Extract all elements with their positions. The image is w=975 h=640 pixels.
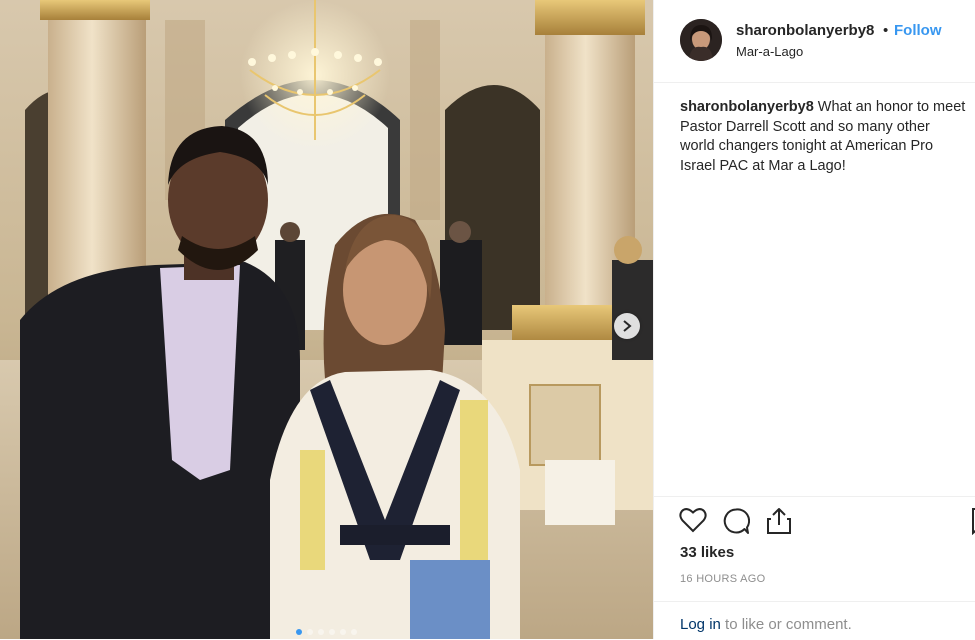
likes-count[interactable]: 33 likes	[680, 544, 734, 561]
caption-line: What an honor to meet	[817, 99, 966, 115]
post-sidebar: sharonbolanyerby8 • Follow Mar-a-Lago sh…	[653, 0, 975, 639]
login-link[interactable]: Log in	[680, 616, 721, 633]
post-photo[interactable]	[0, 0, 653, 639]
avatar[interactable]	[680, 19, 722, 61]
carousel-dot	[318, 629, 324, 635]
avatar-image	[680, 19, 722, 61]
carousel-dot	[351, 629, 357, 635]
carousel-indicator	[0, 629, 653, 635]
caption-line: world changers tonight at American Pro	[680, 138, 934, 154]
separator-dot: •	[883, 22, 889, 39]
post-header: sharonbolanyerby8 • Follow Mar-a-Lago	[654, 0, 975, 83]
login-prompt: Log in to like or comment.	[654, 601, 975, 640]
photo-image	[0, 0, 653, 639]
next-slide-button[interactable]	[614, 313, 640, 339]
caption-username-link[interactable]: sharonbolanyerby8	[680, 99, 814, 115]
caption-line: Israel PAC at Mar a Lago!	[680, 157, 846, 174]
caption-line: Pastor Darrell Scott and so many other	[680, 118, 930, 135]
post-caption: sharonbolanyerby8 What an honor to meet …	[680, 98, 975, 176]
post-actions: 33 likes 16 HOURS AGO Log in to like or …	[654, 496, 975, 639]
carousel-dot	[296, 629, 302, 635]
comment-icon[interactable]	[722, 507, 751, 540]
login-suffix: to like or comment.	[720, 616, 852, 633]
chevron-right-icon	[623, 320, 632, 332]
heart-icon[interactable]	[679, 507, 707, 538]
carousel-dot	[340, 629, 346, 635]
follow-button[interactable]: Follow	[894, 22, 942, 39]
location-link[interactable]: Mar-a-Lago	[736, 44, 803, 59]
carousel-dot	[329, 629, 335, 635]
share-icon[interactable]	[766, 507, 792, 540]
post-timestamp[interactable]: 16 HOURS AGO	[680, 573, 766, 585]
bookmark-icon[interactable]	[971, 507, 975, 540]
username-link[interactable]: sharonbolanyerby8	[736, 22, 874, 39]
carousel-dot	[307, 629, 313, 635]
